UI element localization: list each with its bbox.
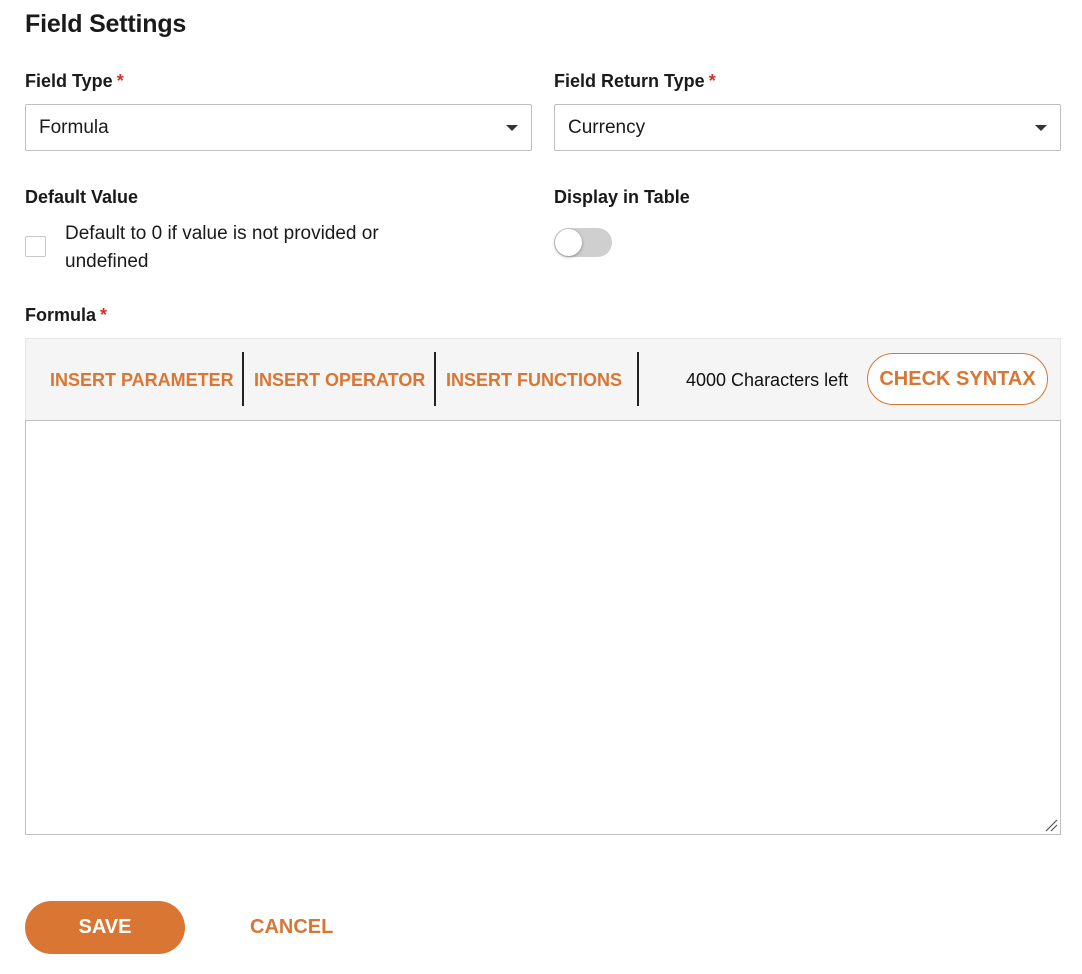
toolbar-divider <box>434 352 436 406</box>
field-settings-page: Field Settings Field Type * Formula Field… <box>0 0 1082 974</box>
formula-textarea[interactable] <box>25 420 1061 835</box>
formula-toolbar: INSERT PARAMETER INSERT OPERATOR INSERT … <box>25 338 1061 420</box>
formula-label: Formula * <box>25 305 107 326</box>
insert-functions-button[interactable]: INSERT FUNCTIONS <box>446 339 622 421</box>
required-asterisk: * <box>708 71 716 91</box>
toolbar-divider <box>637 352 639 406</box>
field-type-select[interactable]: Formula <box>25 104 532 151</box>
toggle-knob <box>555 229 582 256</box>
field-return-type-select[interactable]: Currency <box>554 104 1061 151</box>
check-syntax-button[interactable]: CHECK SYNTAX <box>867 353 1048 405</box>
formula-label-text: Formula <box>25 305 97 325</box>
insert-operator-button[interactable]: INSERT OPERATOR <box>254 339 425 421</box>
page-title: Field Settings <box>25 10 187 38</box>
display-in-table-toggle[interactable] <box>554 228 612 257</box>
default-to-zero-label: Default to 0 if value is not provided or… <box>65 223 379 272</box>
required-asterisk: * <box>100 305 108 325</box>
characters-left-counter: 4000 Characters left <box>686 369 849 390</box>
field-return-type-value: Currency <box>568 116 646 138</box>
insert-parameter-button[interactable]: INSERT PARAMETER <box>50 339 234 421</box>
field-type-label: Field Type * <box>25 71 124 92</box>
cancel-button[interactable]: CANCEL <box>250 901 333 954</box>
caret-down-icon <box>506 124 518 131</box>
required-asterisk: * <box>116 71 124 91</box>
save-button[interactable]: SAVE <box>25 901 185 954</box>
field-type-label-text: Field Type <box>25 71 113 91</box>
field-return-type-label: Field Return Type * <box>554 71 716 92</box>
default-value-label: Default Value <box>25 187 139 207</box>
field-type-value: Formula <box>39 116 109 138</box>
field-return-type-label-text: Field Return Type <box>554 71 705 91</box>
default-to-zero-checkbox[interactable] <box>25 236 46 257</box>
caret-down-icon <box>1035 124 1047 131</box>
display-in-table-label: Display in Table <box>554 187 690 207</box>
toolbar-divider <box>242 352 244 406</box>
resize-handle-icon[interactable] <box>1044 818 1058 832</box>
